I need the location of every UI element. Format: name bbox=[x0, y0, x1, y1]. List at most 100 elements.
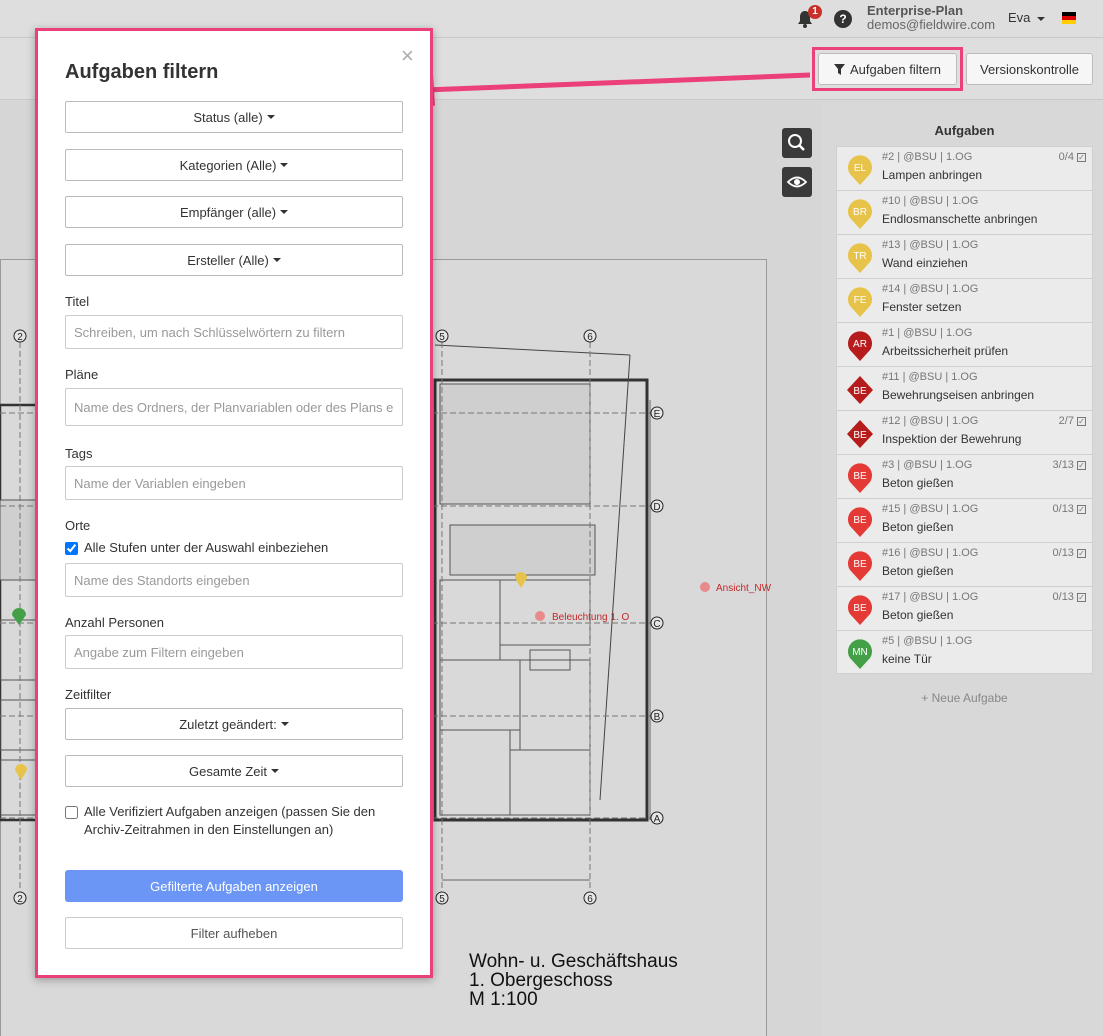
german-flag-icon[interactable] bbox=[1062, 12, 1076, 24]
task-pin-icon: FE bbox=[848, 287, 872, 317]
task-list-item[interactable]: BE #3 | @BSU | 1.OG Beton gießen 3/13 ✓ bbox=[836, 454, 1093, 498]
task-count-value: 0/4 bbox=[1058, 151, 1074, 163]
task-diamond-icon: BE bbox=[847, 376, 873, 404]
task-pin-icon: MN bbox=[848, 639, 872, 669]
svg-text:FE: FE bbox=[854, 295, 867, 306]
task-list-item[interactable]: BE #17 | @BSU | 1.OG Beton gießen 0/13 ✓ bbox=[836, 586, 1093, 630]
modified-dropdown[interactable]: Zuletzt geändert: bbox=[65, 708, 403, 740]
task-pin-marker[interactable] bbox=[12, 608, 26, 625]
grid-label: 2 bbox=[17, 894, 23, 905]
task-checklist-count: 0/4 ✓ bbox=[1059, 151, 1086, 163]
task-meta: #12 | @BSU | 1.OG bbox=[882, 415, 979, 427]
task-list-item[interactable]: FE #14 | @BSU | 1.OG Fenster setzen bbox=[836, 278, 1093, 322]
tasks-panel: Aufgaben EL #2 | @BSU | 1.OG Lampen anbrin… bbox=[836, 112, 1093, 705]
task-count-value: 3/13 bbox=[1052, 459, 1074, 471]
close-icon[interactable]: × bbox=[401, 45, 414, 67]
visibility-button[interactable] bbox=[782, 167, 812, 197]
people-filter-input[interactable] bbox=[65, 635, 403, 669]
task-title: Bewehrungseisen anbringen bbox=[882, 388, 1035, 402]
checklist-icon: ✓ bbox=[1077, 592, 1086, 602]
task-meta: #17 | @BSU | 1.OG bbox=[882, 591, 979, 603]
include-levels-checkbox-input[interactable] bbox=[65, 542, 78, 555]
recipient-dropdown[interactable]: Empfänger (alle) bbox=[65, 196, 403, 228]
svg-text:BR: BR bbox=[853, 207, 867, 218]
checklist-icon: ✓ bbox=[1077, 152, 1086, 162]
task-pin-icon: TR bbox=[848, 243, 872, 273]
filter-icon bbox=[833, 63, 845, 75]
task-meta: #11 | @BSU | 1.OG bbox=[882, 371, 978, 383]
checklist-icon: ✓ bbox=[1077, 460, 1086, 470]
plans-filter-input[interactable] bbox=[65, 388, 403, 426]
status-dropdown-label: Status (alle) bbox=[193, 109, 263, 125]
search-icon bbox=[788, 134, 805, 151]
grid-label: B bbox=[654, 712, 661, 723]
task-count-value: 2/7 bbox=[1058, 415, 1074, 427]
task-list-item[interactable]: TR #13 | @BSU | 1.OG Wand einziehen bbox=[836, 234, 1093, 278]
svg-text:MN: MN bbox=[852, 647, 868, 658]
chevron-down-icon bbox=[280, 210, 289, 214]
modal-title: Aufgaben filtern bbox=[65, 61, 219, 83]
notification-badge: 1 bbox=[808, 5, 822, 19]
task-pin-icon: BE bbox=[848, 551, 872, 581]
task-title: Arbeitssicherheit prüfen bbox=[882, 344, 1009, 358]
checklist-icon: ✓ bbox=[1077, 548, 1086, 558]
help-icon[interactable]: ? bbox=[834, 10, 852, 28]
task-pin-marker[interactable] bbox=[515, 572, 527, 588]
total-time-dropdown[interactable]: Gesamte Zeit bbox=[65, 755, 403, 787]
task-list-item[interactable]: AR #1 | @BSU | 1.OG Arbeitssicherheit prüf… bbox=[836, 322, 1093, 366]
task-title: Beton gießen bbox=[882, 476, 954, 490]
include-levels-checkbox[interactable]: Alle Stufen unter der Auswahl einbeziehe… bbox=[65, 539, 328, 557]
task-list-item[interactable]: BE #15 | @BSU | 1.OG Beton gießen 0/13 ✓ bbox=[836, 498, 1093, 542]
new-task-button[interactable]: + Neue Aufgabe bbox=[836, 691, 1093, 705]
grid-label: C bbox=[653, 619, 660, 630]
task-pin-icon: AR bbox=[848, 331, 872, 361]
filter-tasks-button[interactable]: Aufgaben filtern bbox=[818, 53, 957, 85]
svg-text:BE: BE bbox=[853, 386, 867, 397]
version-control-label: Versionskontrolle bbox=[980, 61, 1079, 77]
tags-filter-input[interactable] bbox=[65, 466, 403, 500]
title-filter-input[interactable] bbox=[65, 315, 403, 349]
task-pin-marker[interactable] bbox=[15, 764, 27, 780]
grid-label: 5 bbox=[439, 332, 445, 343]
chevron-down-icon bbox=[1037, 16, 1046, 21]
task-title: Beton gießen bbox=[882, 520, 954, 534]
location-filter-input[interactable] bbox=[65, 563, 403, 597]
task-title: Lampen anbringen bbox=[882, 168, 983, 182]
task-meta: #16 | @BSU | 1.OG bbox=[882, 547, 979, 559]
chevron-down-icon bbox=[271, 769, 280, 773]
task-checklist-count: 0/13 ✓ bbox=[1053, 503, 1086, 515]
task-list-item[interactable]: EL #2 | @BSU | 1.OG Lampen anbringen 0/4 ✓ bbox=[836, 146, 1093, 190]
category-dropdown[interactable]: Kategorien (Alle) bbox=[65, 149, 403, 181]
task-list-item[interactable]: BE #11 | @BSU | 1.OG Bewehrungseisen anbri… bbox=[836, 366, 1093, 410]
svg-text:BE: BE bbox=[853, 471, 867, 482]
task-list-item[interactable]: BR #10 | @BSU | 1.OG Endlosmanschette anbr… bbox=[836, 190, 1093, 234]
locations-filter-label: Orte bbox=[65, 518, 91, 533]
chevron-down-icon bbox=[280, 163, 289, 167]
status-dropdown[interactable]: Status (alle) bbox=[65, 101, 403, 133]
task-count-value: 0/13 bbox=[1052, 591, 1074, 603]
task-meta: #2 | @BSU | 1.OG bbox=[882, 151, 973, 163]
zoom-search-button[interactable] bbox=[782, 128, 812, 158]
task-list-item[interactable]: MN #5 | @BSU | 1.OG keine Tür bbox=[836, 630, 1093, 674]
task-meta: #3 | @BSU | 1.OG bbox=[882, 459, 973, 471]
creator-dropdown[interactable]: Ersteller (Alle) bbox=[65, 244, 403, 276]
total-time-dropdown-label: Gesamte Zeit bbox=[188, 763, 268, 779]
task-list-item[interactable]: BE #12 | @BSU | 1.OG Inspektion der Bewehr… bbox=[836, 410, 1093, 454]
svg-text:BE: BE bbox=[853, 559, 867, 570]
show-verified-checkbox-input[interactable] bbox=[65, 806, 78, 819]
grid-label: 6 bbox=[587, 894, 593, 905]
task-meta: #1 | @BSU | 1.OG bbox=[882, 327, 973, 339]
task-list-item[interactable]: BE #16 | @BSU | 1.OG Beton gießen 0/13 ✓ bbox=[836, 542, 1093, 586]
svg-text:BE: BE bbox=[853, 515, 867, 526]
checklist-icon: ✓ bbox=[1077, 504, 1086, 514]
version-control-button[interactable]: Versionskontrolle bbox=[966, 53, 1093, 85]
show-verified-checkbox[interactable]: Alle Verifiziert Aufgaben anzeigen (pass… bbox=[65, 803, 385, 839]
category-dropdown-label: Kategorien (Alle) bbox=[179, 157, 277, 173]
task-checklist-count: 2/7 ✓ bbox=[1059, 415, 1086, 427]
user-menu[interactable]: Eva bbox=[1008, 10, 1046, 25]
apply-filter-button[interactable]: Gefilterte Aufgaben anzeigen bbox=[65, 870, 403, 902]
grid-label: 2 bbox=[17, 332, 23, 343]
task-title: Wand einziehen bbox=[882, 256, 968, 270]
clear-filter-button[interactable]: Filter aufheben bbox=[65, 917, 403, 949]
svg-text:TR: TR bbox=[853, 251, 866, 262]
